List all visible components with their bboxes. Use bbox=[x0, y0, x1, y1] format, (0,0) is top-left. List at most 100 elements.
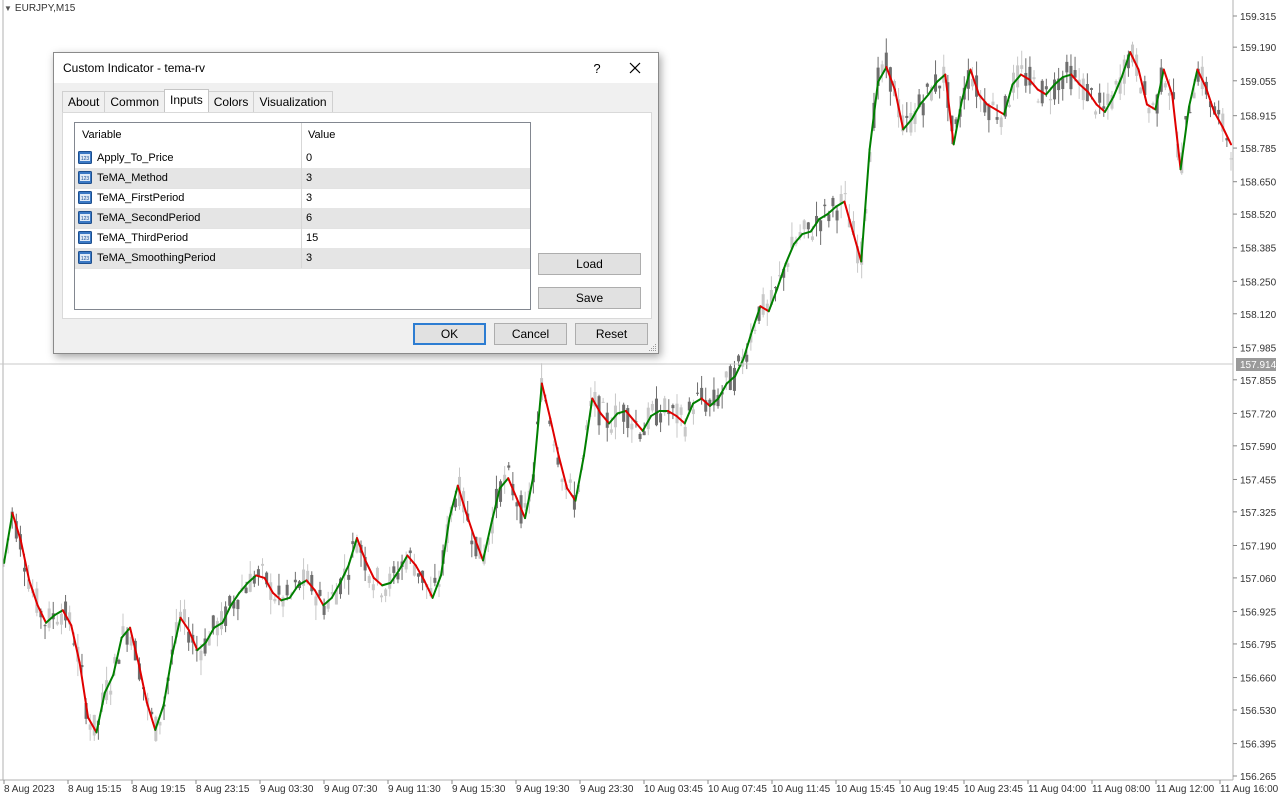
candle-body bbox=[999, 117, 1003, 128]
candle-body bbox=[995, 117, 999, 120]
price-tick-label: 157.590 bbox=[1240, 442, 1277, 453]
candle-body bbox=[1229, 158, 1233, 160]
candle-body bbox=[380, 595, 384, 598]
svg-text:123: 123 bbox=[81, 236, 90, 242]
tema-segment-up bbox=[826, 205, 838, 216]
candle-body bbox=[59, 613, 63, 625]
tab-inputs[interactable]: Inputs bbox=[164, 89, 209, 112]
candle-body bbox=[1065, 61, 1069, 73]
svg-text:123: 123 bbox=[81, 256, 90, 262]
tab-about[interactable]: About bbox=[62, 91, 106, 112]
reset-button[interactable]: Reset bbox=[575, 323, 648, 345]
variable-value[interactable]: 3 bbox=[306, 252, 312, 264]
variable-value[interactable]: 15 bbox=[306, 232, 318, 244]
variable-value[interactable]: 3 bbox=[306, 192, 312, 204]
candle-body bbox=[745, 354, 749, 362]
close-button[interactable] bbox=[620, 56, 650, 80]
current-price-tag: 157.914 bbox=[1236, 358, 1277, 371]
tema-segment-up bbox=[532, 382, 543, 477]
price-tick-label: 158.650 bbox=[1240, 178, 1277, 189]
candle-body bbox=[215, 621, 219, 636]
tema-segment-down bbox=[1087, 91, 1098, 106]
current-price-label: 157.914 bbox=[1240, 360, 1277, 371]
price-tick-label: 157.325 bbox=[1240, 508, 1277, 519]
inputs-table: Variable Value 123 Apply_To_Price 0 123 TeMA… bbox=[74, 122, 531, 310]
tema-segment-down bbox=[944, 73, 955, 146]
candle-body bbox=[630, 423, 634, 430]
candle-body bbox=[810, 236, 814, 240]
chevron-down-icon[interactable]: ▼ bbox=[4, 4, 12, 13]
candle-body bbox=[1147, 108, 1151, 114]
candle-body bbox=[273, 598, 277, 602]
time-tick-label: 9 Aug 19:30 bbox=[516, 784, 570, 795]
column-header-variable[interactable]: Variable bbox=[82, 129, 122, 141]
resize-grip-icon[interactable] bbox=[649, 344, 657, 352]
candle-body bbox=[659, 413, 663, 423]
table-row[interactable]: 123 TeMA_SmoothingPeriod 3 bbox=[75, 248, 530, 269]
candle-body bbox=[1024, 72, 1028, 86]
candle-body bbox=[117, 659, 121, 664]
tema-segment-down bbox=[255, 574, 266, 579]
tab-visualization[interactable]: Visualization bbox=[253, 91, 333, 112]
column-header-value[interactable]: Value bbox=[308, 129, 335, 141]
table-row[interactable]: 123 Apply_To_Price 0 bbox=[75, 148, 530, 169]
tema-segment-up bbox=[440, 517, 451, 577]
candle-body bbox=[158, 721, 162, 726]
tema-segment-down bbox=[465, 512, 476, 540]
candle-body bbox=[392, 566, 396, 573]
time-tick-label: 11 Aug 08:00 bbox=[1092, 784, 1151, 795]
table-row[interactable]: 123 TeMA_SecondPeriod 6 bbox=[75, 208, 530, 229]
time-tick-label: 11 Aug 12:00 bbox=[1156, 784, 1215, 795]
save-button[interactable]: Save bbox=[538, 287, 641, 309]
dialog-titlebar[interactable]: Custom Indicator - tema-rv ? bbox=[54, 53, 658, 83]
tema-segment-up bbox=[818, 213, 829, 221]
table-row[interactable]: 123 TeMA_Method 3 bbox=[75, 168, 530, 189]
tema-segment-up bbox=[868, 81, 880, 151]
help-button[interactable]: ? bbox=[582, 56, 612, 80]
candle-body bbox=[560, 479, 564, 482]
tema-segment-down bbox=[540, 382, 552, 420]
tema-segment-up bbox=[3, 512, 14, 564]
table-row[interactable]: 123 TeMA_ThirdPeriod 15 bbox=[75, 228, 530, 249]
tema-segment-down bbox=[78, 661, 90, 719]
candle-body bbox=[827, 214, 831, 222]
tema-segment-up bbox=[162, 654, 174, 706]
load-button[interactable]: Load bbox=[538, 253, 641, 275]
time-tick-label: 10 Aug 07:45 bbox=[708, 784, 767, 795]
integer-param-icon: 123 bbox=[78, 211, 92, 224]
candle-body bbox=[987, 105, 991, 121]
tema-segment-up bbox=[860, 148, 871, 263]
price-tick-label: 156.795 bbox=[1240, 640, 1277, 651]
candle-body bbox=[843, 193, 847, 195]
candle-body bbox=[823, 204, 827, 207]
ok-button[interactable]: OK bbox=[413, 323, 486, 345]
candle-body bbox=[724, 371, 728, 378]
candle-body bbox=[1098, 92, 1102, 103]
time-tick-label: 8 Aug 15:15 bbox=[68, 784, 122, 795]
price-tick-label: 157.855 bbox=[1240, 376, 1277, 387]
price-tick-label: 157.985 bbox=[1240, 343, 1277, 354]
candle-body bbox=[1069, 65, 1073, 90]
tab-colors[interactable]: Colors bbox=[207, 91, 255, 112]
time-axis: 8 Aug 2023 8 Aug 15:15 8 Aug 19:15 8 Aug 23… bbox=[3, 780, 1279, 795]
candle-body bbox=[831, 197, 835, 207]
candle-body bbox=[367, 576, 371, 583]
candle-body bbox=[638, 433, 642, 440]
integer-param-icon: 123 bbox=[78, 191, 92, 204]
variable-value[interactable]: 0 bbox=[306, 152, 312, 164]
candle-body bbox=[609, 429, 613, 433]
table-row[interactable]: 123 TeMA_FirstPeriod 3 bbox=[75, 188, 530, 209]
variable-name: TeMA_SecondPeriod bbox=[97, 212, 201, 224]
tab-common[interactable]: Common bbox=[104, 91, 166, 112]
candle-body bbox=[523, 503, 527, 508]
variable-value[interactable]: 3 bbox=[306, 172, 312, 184]
variable-value[interactable]: 6 bbox=[306, 212, 312, 224]
candle-body bbox=[1151, 103, 1155, 105]
candle-body bbox=[642, 431, 646, 436]
candle-body bbox=[1048, 98, 1052, 101]
tema-segment-up bbox=[801, 230, 812, 236]
svg-text:123: 123 bbox=[81, 176, 90, 182]
candle-body bbox=[728, 366, 732, 390]
variable-name: Apply_To_Price bbox=[97, 152, 174, 164]
cancel-button[interactable]: Cancel bbox=[494, 323, 567, 345]
